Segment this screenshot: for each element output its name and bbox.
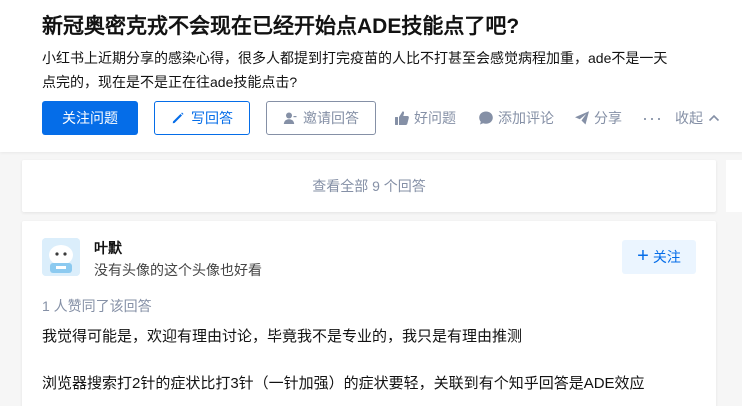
collapse-button[interactable]: 收起 [675, 101, 721, 135]
paper-plane-icon [574, 110, 590, 126]
more-button[interactable]: ··· [642, 101, 663, 135]
add-comment-label: 添加评论 [498, 110, 554, 126]
collapse-label: 收起 [675, 110, 703, 126]
answer-paragraph: 浏览器搜索打2针的症状比打3针（一针加强）的症状要轻，关联到有个知乎回答是ADE… [42, 375, 645, 392]
thumbs-up-icon [394, 110, 410, 126]
voters-count[interactable]: 1 人赞同了该回答 [42, 296, 152, 316]
question-description-line: 点完的，现在是不是正在往ade技能点击? [42, 74, 298, 90]
plus-icon: + [637, 245, 649, 267]
write-answer-label: 写回答 [191, 110, 233, 126]
author-bio: 没有头像的这个头像也好看 [94, 262, 262, 278]
question-description: 小红书上近期分享的感染心得，很多人都提到打完疫苗的人比不打甚至会感觉病程加重，a… [42, 46, 732, 94]
question-actions: 关注问题 写回答 邀请回答 好问题 添加评论 分享 ··· 收起 [42, 101, 742, 135]
follow-author-label: 关注 [652, 249, 681, 265]
answer-paragraph: 我觉得可能是，欢迎有理由讨论，毕竟我不是专业的，我只是有理由推测 [42, 328, 523, 345]
share-label: 分享 [594, 110, 622, 126]
chevron-up-icon [707, 111, 721, 125]
good-question-label: 好问题 [414, 110, 456, 126]
good-question-button[interactable]: 好问题 [394, 101, 456, 135]
follow-question-button[interactable]: 关注问题 [42, 101, 138, 135]
view-all-answers-card: 查看全部 9 个回答 [22, 160, 716, 212]
avatar[interactable] [42, 238, 80, 276]
invite-answer-button[interactable]: 邀请回答 [266, 101, 376, 135]
user-add-icon [283, 111, 297, 125]
more-dots-icon: ··· [642, 107, 663, 128]
follow-question-label: 关注问题 [62, 110, 118, 126]
share-button[interactable]: 分享 [574, 101, 622, 135]
add-comment-button[interactable]: 添加评论 [478, 101, 554, 135]
answer-card: 叶默 没有头像的这个头像也好看 + 关注 1 人赞同了该回答 我觉得可能是，欢迎… [22, 221, 716, 406]
follow-author-button[interactable]: + 关注 [622, 240, 696, 274]
sidebar-card-edge [726, 160, 742, 212]
write-answer-button[interactable]: 写回答 [154, 101, 250, 135]
comment-icon [478, 110, 494, 126]
question-title: 新冠奥密克戎不会现在已经开始点ADE技能点了吧? [42, 15, 520, 38]
question-description-line: 小红书上近期分享的感染心得，很多人都提到打完疫苗的人比不打甚至会感觉病程加重，a… [42, 50, 668, 66]
question-header: 新冠奥密克戎不会现在已经开始点ADE技能点了吧? 小红书上近期分享的感染心得，很… [0, 0, 742, 152]
invite-answer-label: 邀请回答 [303, 110, 359, 126]
author-name[interactable]: 叶默 [94, 238, 122, 258]
pencil-icon [171, 111, 185, 125]
view-all-answers-link[interactable]: 查看全部 9 个回答 [312, 176, 426, 196]
